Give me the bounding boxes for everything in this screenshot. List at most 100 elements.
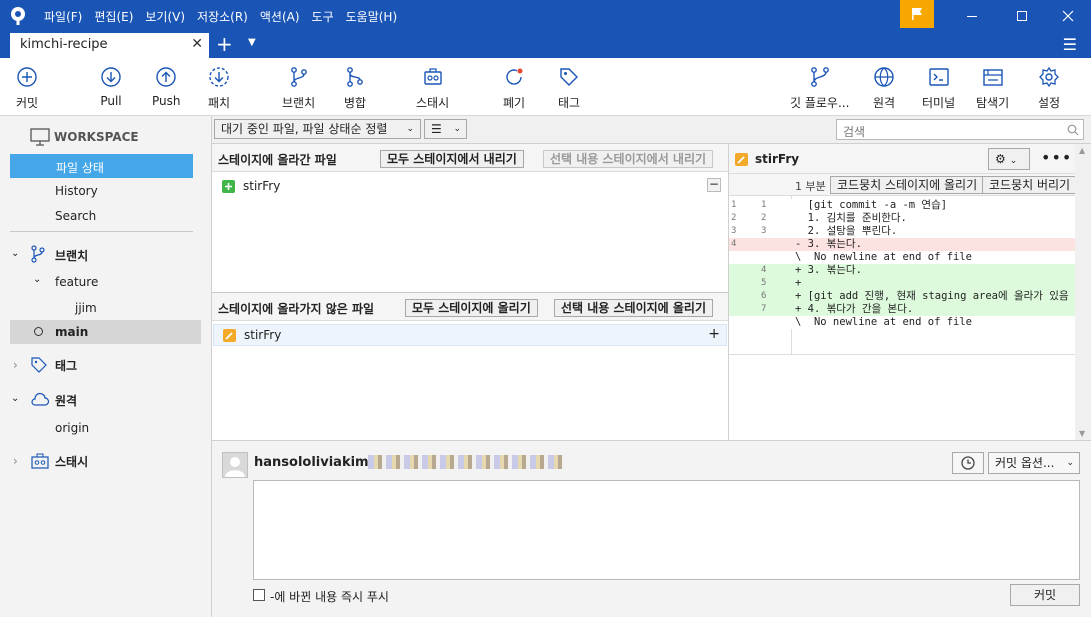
stashes-expand-icon[interactable]: › <box>13 454 18 468</box>
staged-file-row[interactable]: stirFry − <box>222 178 722 193</box>
diff-line[interactable]: 3 3 2. 설탕을 뿌린다. <box>729 225 1075 238</box>
menu-help[interactable]: 도움말(H) <box>346 8 398 25</box>
fetch-button[interactable]: 패치 <box>208 66 230 111</box>
branch-icon <box>31 245 45 263</box>
menu-repository[interactable]: 저장소(R) <box>197 8 248 25</box>
unstaged-file-row[interactable]: stirFry + <box>213 324 727 346</box>
search-placeholder: 검색 <box>843 125 866 139</box>
gitflow-button[interactable]: 깃 플로우... <box>790 66 849 111</box>
sidebar-item-origin[interactable]: origin <box>55 421 89 435</box>
minimize-button[interactable] <box>962 6 982 26</box>
pull-icon <box>101 67 121 87</box>
merge-button[interactable]: 병합 <box>344 66 366 111</box>
flag-icon[interactable] <box>900 0 934 28</box>
push-immediately-checkbox[interactable] <box>253 589 265 601</box>
explorer-label: 탐색기 <box>976 96 1010 110</box>
staged-panel: 스테이지에 올라간 파일 모두 스테이지에서 내리기 선택 내용 스테이지에서 … <box>212 144 729 292</box>
push-icon <box>156 67 176 87</box>
diff-line[interactable]: \ No newline at end of file <box>729 251 1075 264</box>
terminal-label: 터미널 <box>922 96 956 110</box>
discard-button[interactable]: 폐기 <box>503 66 525 111</box>
maximize-button[interactable] <box>1012 6 1032 26</box>
branch-button[interactable]: 브랜치 <box>282 66 315 111</box>
terminal-button[interactable]: 터미널 <box>922 66 955 111</box>
push-button[interactable]: Push <box>152 66 181 108</box>
author-email-redacted <box>368 455 564 469</box>
close-button[interactable] <box>1058 6 1078 26</box>
unstaged-header: 스테이지에 올라가지 않은 파일 모두 스테이지에 올리기 선택 내용 스테이지… <box>212 293 728 321</box>
unstage-all-button[interactable]: 모두 스테이지에서 내리기 <box>380 150 524 168</box>
stash-button[interactable]: 스태시 <box>416 66 449 111</box>
more-options-icon[interactable]: ••• <box>1041 148 1072 167</box>
search-input[interactable]: 검색 <box>836 119 1084 140</box>
unstage-selected-button[interactable]: 선택 내용 스테이지에서 내리기 <box>543 150 714 168</box>
remotes-expand-icon[interactable]: ⌄ <box>11 393 19 404</box>
sidebar-item-feature[interactable]: feature <box>55 275 98 289</box>
history-button[interactable] <box>952 452 984 474</box>
sidebar-item-jjim[interactable]: jjim <box>75 301 97 315</box>
pull-button[interactable]: Pull <box>100 66 122 108</box>
branches-expand-icon[interactable]: ⌄ <box>11 248 19 259</box>
close-tab-icon[interactable]: ✕ <box>191 36 203 52</box>
sidebar-item-remotes[interactable]: 원격 <box>55 392 77 409</box>
diff-line[interactable]: \ No newline at end of file <box>729 316 1075 329</box>
unstaged-file-name: stirFry <box>244 328 282 342</box>
stage-hunk-button[interactable]: 코드뭉치 스테이지에 올리기 <box>830 176 985 194</box>
hamburger-menu-icon[interactable]: ☰ <box>1063 35 1077 54</box>
sidebar-item-branches[interactable]: 브랜치 <box>55 247 88 264</box>
settings-button[interactable]: 설정 <box>1038 66 1060 111</box>
diff-line[interactable]: 2 2 1. 김치를 준비한다. <box>729 212 1075 225</box>
sidebar-item-main[interactable]: main <box>10 320 201 344</box>
diff-line[interactable]: 6 + [git add 진행, 현재 staging area에 올라가 있음 <box>729 290 1075 303</box>
commit-options-dropdown[interactable]: 커밋 옵션... ⌄ <box>988 452 1080 474</box>
explorer-button[interactable]: 탐색기 <box>976 66 1009 111</box>
tab-dropdown-icon[interactable]: ▼ <box>248 37 256 48</box>
diff-code: - 3. 볶는다. <box>795 238 862 250</box>
stash-icon <box>423 68 442 85</box>
diff-code: + <box>795 277 802 289</box>
new-tab-icon[interactable]: + <box>216 32 233 56</box>
view-mode-dropdown[interactable]: ☰ ⌄ <box>424 119 467 139</box>
diff-scrollbar[interactable]: ▲ ▼ <box>1075 144 1091 440</box>
stage-selected-button[interactable]: 선택 내용 스테이지에 올리기 <box>554 299 714 317</box>
stash-icon <box>31 453 49 469</box>
menu-view[interactable]: 보기(V) <box>145 8 185 25</box>
menu-file[interactable]: 파일(F) <box>44 8 82 25</box>
diff-line[interactable]: 7 + 4. 볶다가 간을 본다. <box>729 303 1075 316</box>
feature-expand-icon[interactable]: ⌄ <box>33 274 41 285</box>
sidebar-item-tags[interactable]: 태그 <box>55 357 77 374</box>
sidebar-item-search[interactable]: Search <box>55 209 96 223</box>
stash-label: 스태시 <box>416 96 450 110</box>
diff-settings-dropdown[interactable]: ⚙ ⌄ <box>988 148 1030 170</box>
diff-line[interactable]: 1 1 [git commit -a -m 연습] <box>729 199 1075 212</box>
sidebar-item-file-status[interactable]: 파일 상태 <box>10 154 193 178</box>
commit-message-input[interactable] <box>253 480 1080 580</box>
repo-tab[interactable]: kimchi-recipe ✕ <box>10 33 209 58</box>
discard-hunk-button[interactable]: 코드뭉치 버리기 <box>982 176 1078 194</box>
diff-code: 1. 김치를 준비한다. <box>795 212 907 224</box>
diff-line[interactable]: 4 - 3. 볶는다. <box>729 238 1075 251</box>
stage-file-icon[interactable]: + <box>708 326 720 342</box>
new-line-number: 2 <box>761 213 767 223</box>
diff-line[interactable]: 5 + <box>729 277 1075 290</box>
sort-dropdown[interactable]: 대기 중인 파일, 파일 상태순 정렬 ⌄ <box>214 119 421 139</box>
unstage-file-icon[interactable]: − <box>707 178 721 192</box>
diff-line[interactable]: 4 + 3. 볶는다. <box>729 264 1075 277</box>
menu-action[interactable]: 액션(A) <box>260 8 300 25</box>
remote-button[interactable]: 원격 <box>873 66 895 111</box>
commit-submit-button[interactable]: 커밋 <box>1010 584 1080 606</box>
diff-body: 11 [git commit -a -m 연습] 2 2 1. 김치를 준비한다. 3… <box>729 196 1075 440</box>
tag-button[interactable]: 태그 <box>558 66 580 111</box>
tags-expand-icon[interactable]: › <box>13 358 18 372</box>
scroll-down-icon[interactable]: ▼ <box>1079 429 1085 438</box>
sidebar-item-history[interactable]: History <box>55 184 98 198</box>
menu-tools[interactable]: 도구 <box>312 8 334 25</box>
commit-button[interactable]: 커밋 <box>16 66 38 111</box>
menu-edit[interactable]: 편집(E) <box>94 8 133 25</box>
sidebar-item-stashes[interactable]: 스태시 <box>55 453 88 470</box>
diff-file-name: stirFry <box>755 152 800 166</box>
gear-icon: ⚙ <box>995 152 1006 166</box>
scroll-up-icon[interactable]: ▲ <box>1079 146 1085 155</box>
stage-all-button[interactable]: 모두 스테이지에 올리기 <box>405 299 538 317</box>
chevron-down-icon: ⌄ <box>1066 458 1074 468</box>
